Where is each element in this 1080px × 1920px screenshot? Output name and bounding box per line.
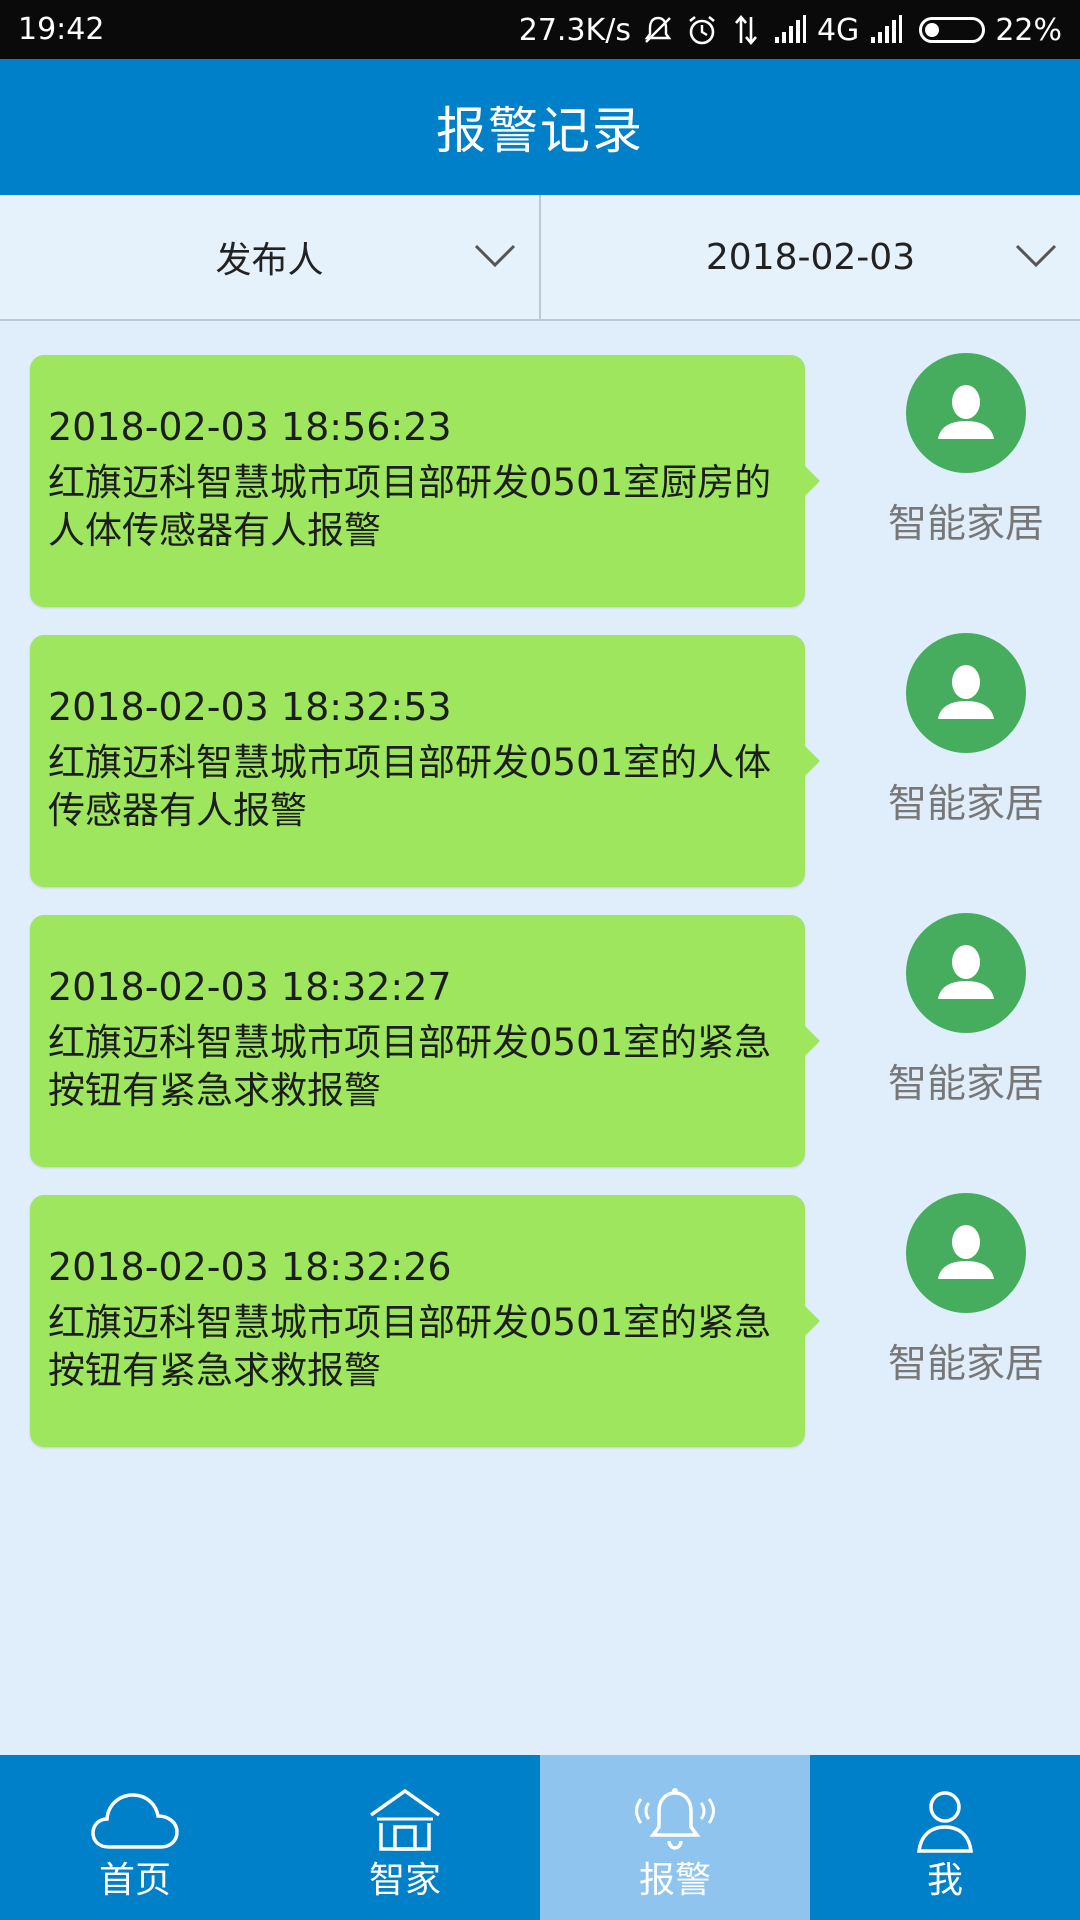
network-type: 4G [816,12,860,48]
bottom-tab-bar: 首页 智家 报警 我 [0,1755,1080,1920]
alarm-clock-icon [689,15,715,45]
battery-icon [919,17,986,43]
cloud-icon [91,1793,179,1849]
alarm-bubble[interactable]: 2018-02-03 18:56:23 红旗迈科智慧城市项目部研发0501室厨房… [30,355,820,607]
battery-level: 22% [995,12,1062,48]
alarm-time: 2018-02-03 18:32:26 [48,1245,452,1289]
alarm-row[interactable]: 2018-02-03 18:32:26 红旗迈科智慧城市项目部研发0501室的紧… [0,1161,1080,1447]
signal-icon-secondary [871,15,903,43]
avatar[interactable] [906,353,1026,473]
tab-home-label: 首页 [98,1860,171,1901]
user-icon [938,1225,994,1279]
user-icon [938,665,994,719]
alarm-publisher: 智能家居 [887,782,1044,827]
date-filter-label: 2018-02-03 [705,236,916,278]
page-title: 报警记录 [436,102,644,160]
publisher-filter[interactable]: 发布人 [0,195,539,319]
alarm-row[interactable]: 2018-02-03 18:32:27 红旗迈科智慧城市项目部研发0501室的紧… [0,881,1080,1167]
tab-me[interactable]: 我 [810,1755,1080,1920]
alarm-bubble[interactable]: 2018-02-03 18:32:26 红旗迈科智慧城市项目部研发0501室的紧… [30,1195,820,1447]
person-icon [917,1791,973,1853]
alarm-row[interactable]: 2018-02-03 18:56:23 红旗迈科智慧城市项目部研发0501室厨房… [0,321,1080,607]
alarm-message: 红旗迈科智慧城市项目部研发0501室厨房的人体传感器有人报警 [48,461,772,552]
alarm-bubble[interactable]: 2018-02-03 18:32:27 红旗迈科智慧城市项目部研发0501室的紧… [30,915,820,1167]
avatar[interactable] [906,633,1026,753]
status-bar: 19:42 27.3K/s 4G 22% [0,0,1080,59]
signal-icon [774,15,806,43]
status-right: 27.3K/s 4G 22% [519,10,1062,50]
data-transfer-icon [734,14,757,46]
alarm-message: 红旗迈科智慧城市项目部研发0501室的人体传感器有人报警 [48,741,772,832]
tab-alarm[interactable]: 报警 [540,1755,810,1920]
alarm-row[interactable]: 2018-02-03 18:32:53 红旗迈科智慧城市项目部研发0501室的人… [0,601,1080,887]
bell-icon [635,1788,715,1850]
tab-smart-home[interactable]: 智家 [270,1755,540,1920]
tab-alarm-label: 报警 [638,1860,711,1901]
user-icon [938,385,994,439]
mute-icon [644,16,672,43]
alarm-time: 2018-02-03 18:32:53 [48,685,452,729]
filter-bar: 发布人 2018-02-03 [0,195,1080,321]
alarm-message: 红旗迈科智慧城市项目部研发0501室的紧急按钮有紧急求救报警 [48,1021,772,1112]
tab-home[interactable]: 首页 [0,1755,270,1920]
user-icon [938,945,994,999]
alarm-publisher: 智能家居 [887,1342,1044,1387]
net-speed: 27.3K/s [518,12,631,48]
alarm-time: 2018-02-03 18:56:23 [48,405,452,449]
status-time: 19:42 [18,12,105,47]
alarm-publisher: 智能家居 [887,1062,1044,1107]
house-icon [369,1788,441,1851]
publisher-filter-label: 发布人 [215,240,324,281]
tab-me-label: 我 [926,1860,963,1901]
chevron-down-icon [474,244,516,268]
alarm-publisher: 智能家居 [887,502,1044,547]
chevron-down-icon [1015,244,1057,268]
alarm-time: 2018-02-03 18:32:27 [48,965,452,1009]
avatar[interactable] [906,1193,1026,1313]
alarm-list[interactable]: 2018-02-03 18:56:23 红旗迈科智慧城市项目部研发0501室厨房… [0,321,1080,1755]
alarm-bubble[interactable]: 2018-02-03 18:32:53 红旗迈科智慧城市项目部研发0501室的人… [30,635,820,887]
app-bar: 报警记录 [0,59,1080,195]
date-filter[interactable]: 2018-02-03 [539,195,1080,319]
alarm-message: 红旗迈科智慧城市项目部研发0501室的紧急按钮有紧急求救报警 [48,1301,772,1392]
avatar[interactable] [906,913,1026,1033]
tab-smart-home-label: 智家 [368,1860,441,1901]
